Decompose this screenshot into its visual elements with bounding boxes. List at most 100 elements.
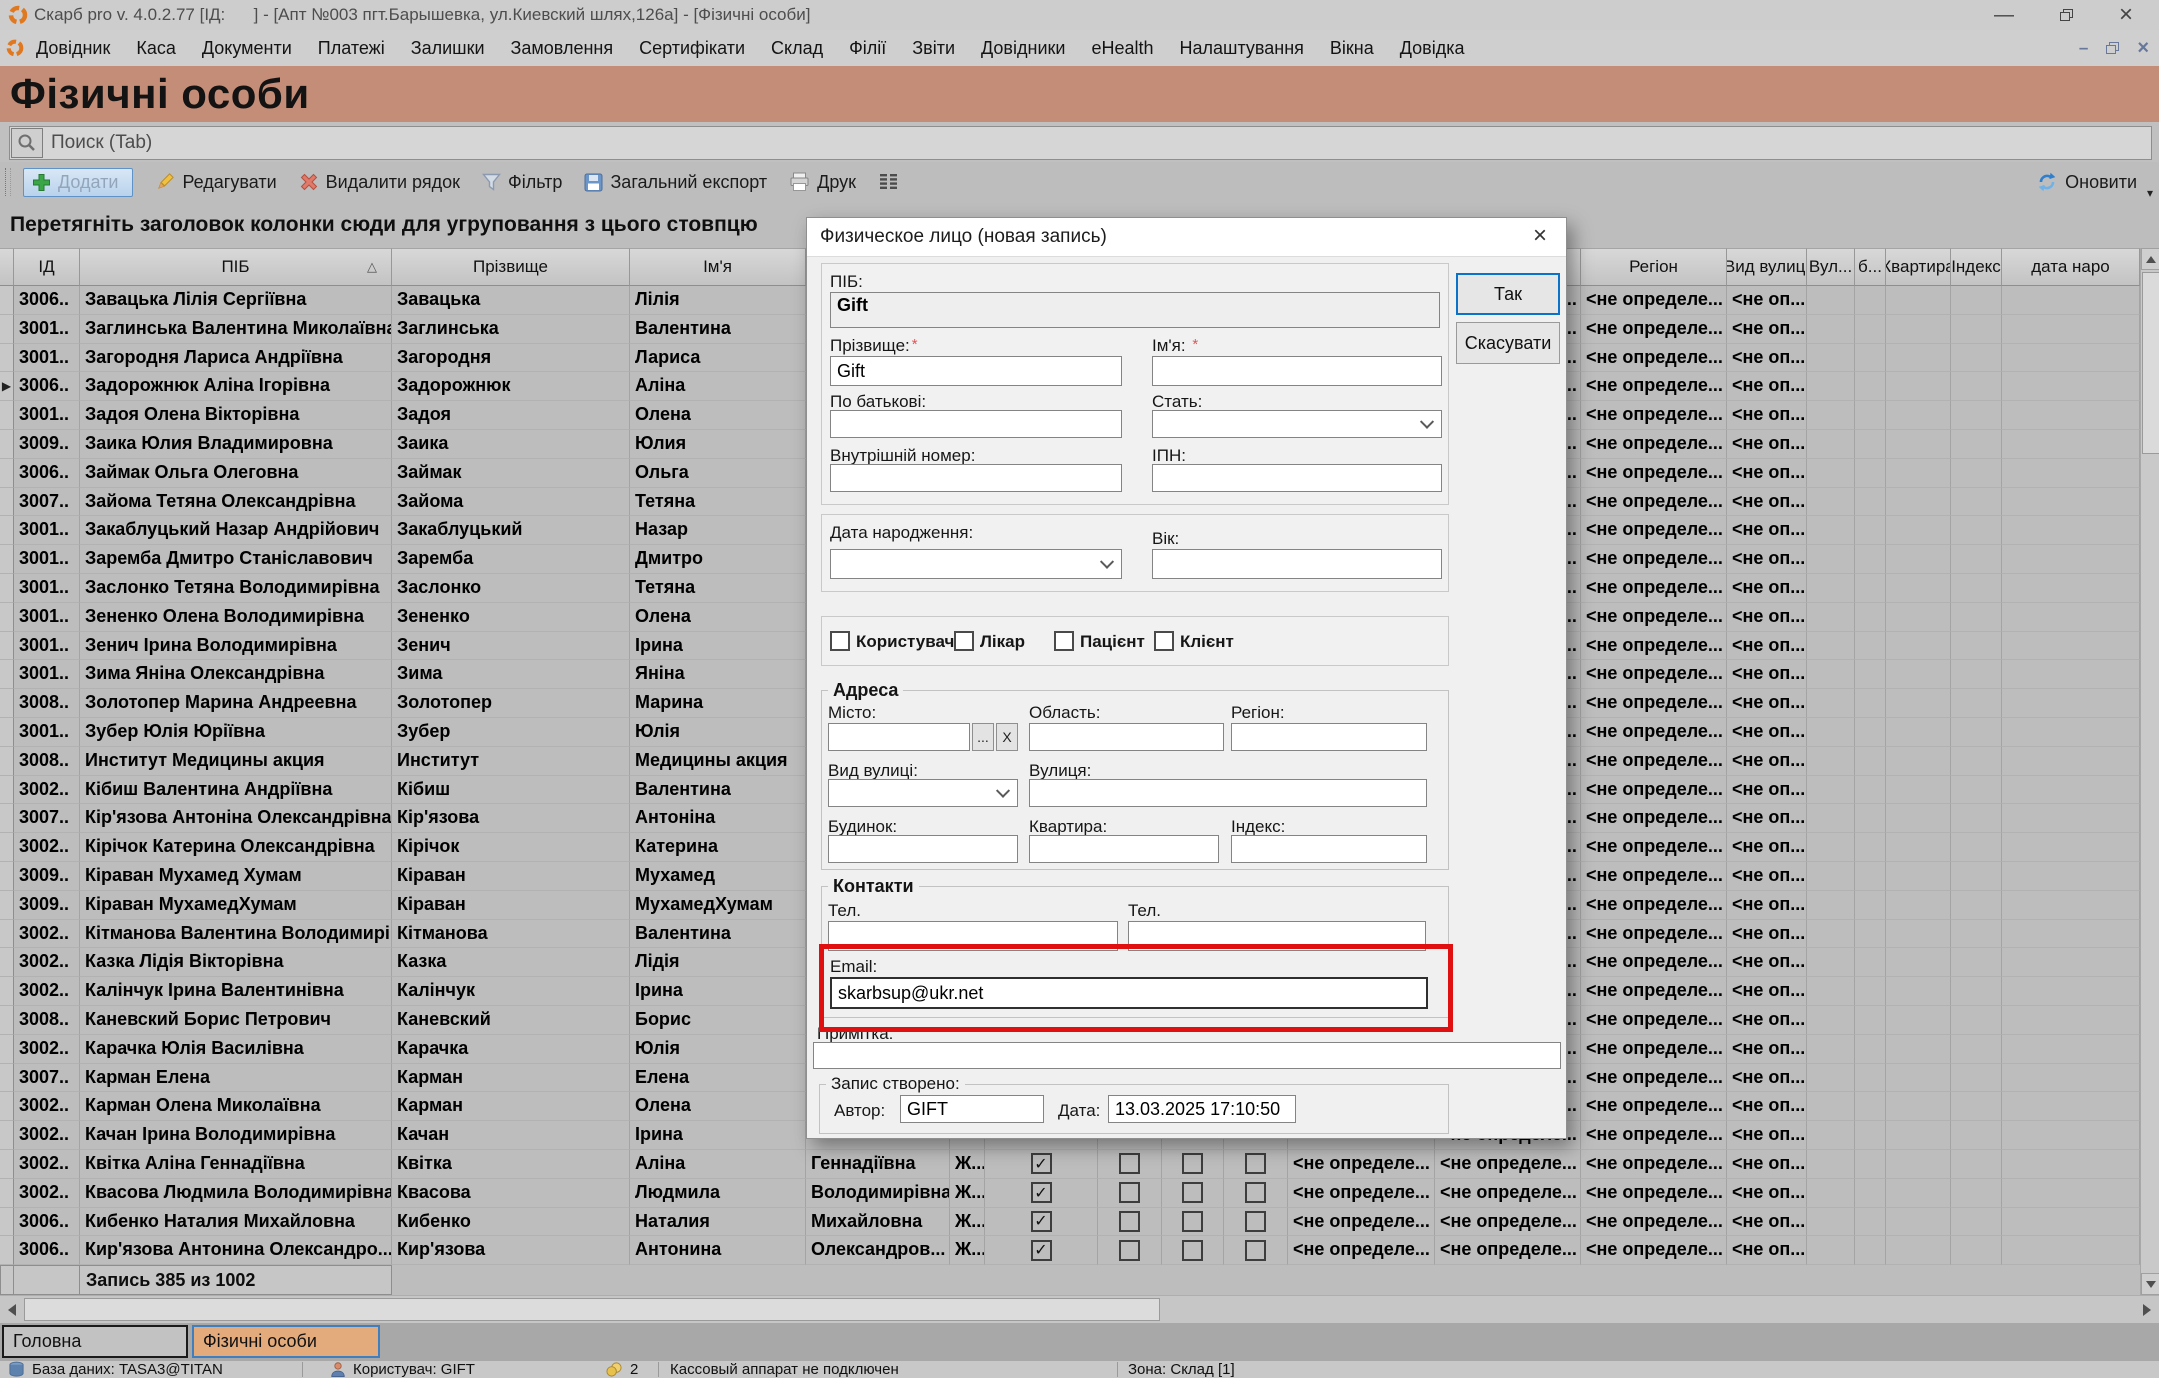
author-field[interactable] — [900, 1095, 1044, 1123]
mdi-close-icon[interactable]: × — [2137, 38, 2149, 58]
menu-item-4[interactable]: Платежі — [318, 38, 385, 59]
menu-item-14[interactable]: Вікна — [1330, 38, 1374, 59]
menu-item-8[interactable]: Склад — [771, 38, 823, 59]
column-header-pib[interactable]: ПІБ△ — [80, 248, 392, 286]
table-row[interactable]: 3002..Квітка Аліна ГеннадіївнаКвіткаАлін… — [0, 1150, 2140, 1179]
checked-checkbox: ✓ — [1031, 1211, 1052, 1232]
phone1-field[interactable] — [828, 921, 1118, 951]
scroll-down-icon[interactable] — [2141, 1273, 2159, 1295]
tab-home[interactable]: Головна — [2, 1325, 188, 1358]
menu-item-9[interactable]: Філії — [849, 38, 886, 59]
table-row[interactable]: 3002..Квасова Людмила ВолодимирівнаКвасо… — [0, 1179, 2140, 1208]
toolbar-overflow-icon[interactable]: ▾ — [2147, 186, 2153, 200]
close-icon[interactable]: × — [2119, 5, 2133, 25]
column-header-region[interactable]: Регіон — [1581, 248, 1727, 286]
cell-vul — [1807, 948, 1855, 977]
surname-field[interactable] — [830, 356, 1122, 386]
city-browse-button[interactable]: ... — [972, 723, 994, 751]
client-role-checkbox[interactable] — [1154, 631, 1174, 651]
menu-item-2[interactable]: Каса — [136, 38, 176, 59]
name-field[interactable] — [1152, 356, 1442, 386]
column-header-id[interactable]: ІД — [14, 248, 80, 286]
tab-persons[interactable]: Фізичні особи — [192, 1325, 380, 1358]
restore-icon[interactable] — [2060, 9, 2073, 21]
column-header-indeks[interactable]: Індекс — [1951, 248, 2002, 286]
region-field[interactable] — [1231, 723, 1427, 751]
user-role-checkbox[interactable] — [830, 631, 850, 651]
scroll-left-icon[interactable] — [0, 1298, 24, 1322]
add-button[interactable]: Додати — [23, 168, 133, 197]
print-button[interactable]: Друк — [789, 172, 856, 193]
menu-item-10[interactable]: Звіти — [912, 38, 955, 59]
column-header-name[interactable]: Ім'я — [630, 248, 806, 286]
toolbar-grip[interactable] — [5, 168, 11, 196]
column-header-kvartyra[interactable]: Квартира — [1886, 248, 1951, 286]
search-input[interactable] — [43, 131, 2151, 155]
age-field[interactable] — [1152, 549, 1442, 579]
created-date-field[interactable] — [1108, 1095, 1296, 1123]
cell-b — [1855, 401, 1886, 430]
apartment-field[interactable] — [1029, 835, 1219, 863]
filter-button[interactable]: Фільтр — [482, 172, 562, 193]
refresh-button[interactable]: Оновити — [2036, 171, 2137, 193]
menu-item-7[interactable]: Сертифікати — [639, 38, 745, 59]
horizontal-scroll-thumb[interactable] — [24, 1298, 1160, 1321]
patronymic-field[interactable] — [830, 410, 1122, 438]
edit-button[interactable]: Редагувати — [155, 172, 276, 193]
horizontal-scrollbar[interactable] — [0, 1295, 2159, 1323]
column-header-surname[interactable]: Прізвище — [392, 248, 630, 286]
chevron-down-icon — [996, 784, 1010, 798]
oblast-field[interactable] — [1029, 723, 1224, 751]
menu-item-1[interactable]: Довідник — [36, 38, 110, 59]
menu-item-12[interactable]: eHealth — [1091, 38, 1153, 59]
internal-number-field[interactable] — [830, 464, 1122, 492]
patient-role-checkbox[interactable] — [1054, 631, 1074, 651]
city-clear-button[interactable]: X — [996, 723, 1018, 751]
cell-oblast: <не определе... — [1435, 1236, 1581, 1265]
cell-data_nar — [2002, 747, 2140, 776]
gender-select[interactable] — [1152, 410, 1442, 438]
city-field[interactable] — [828, 723, 970, 751]
ipn-field[interactable] — [1152, 464, 1442, 492]
phone2-field[interactable] — [1128, 921, 1426, 951]
building-field[interactable] — [828, 835, 1018, 863]
scroll-up-icon[interactable] — [2141, 248, 2159, 270]
export-button[interactable]: Загальний експорт — [584, 172, 767, 193]
cell-pib: Каневский Борис Петрович — [80, 1006, 392, 1035]
street-field[interactable] — [1029, 779, 1427, 807]
mdi-restore-icon[interactable] — [2106, 42, 2119, 54]
dialog-close-icon[interactable]: × — [1524, 221, 1556, 251]
delete-row-button[interactable]: Видалити рядок — [299, 172, 460, 193]
columns-button[interactable] — [878, 173, 900, 191]
vertical-scroll-thumb[interactable] — [2142, 272, 2159, 454]
note-field[interactable] — [813, 1042, 1561, 1069]
cell-name: Лілія — [630, 286, 806, 315]
table-row[interactable]: 3006..Кир'язова Антонина Олександро...Ки… — [0, 1236, 2140, 1265]
index-field[interactable] — [1231, 835, 1427, 863]
column-header-vul[interactable]: Вул... — [1807, 248, 1855, 286]
cell-street_type: <не оп... — [1727, 1092, 1807, 1121]
birth-date-select[interactable] — [830, 549, 1122, 579]
cell-cb0: ✓ — [985, 1150, 1098, 1179]
ok-button[interactable]: Так — [1456, 273, 1560, 315]
email-field[interactable] — [830, 977, 1428, 1009]
column-header-b[interactable]: б... — [1855, 248, 1886, 286]
street-type-select[interactable] — [828, 779, 1018, 807]
mdi-minimize-icon[interactable]: – — [2079, 38, 2088, 58]
column-header-street_type[interactable]: Вид вулиці — [1727, 248, 1807, 286]
cancel-button[interactable]: Скасувати — [1456, 322, 1560, 364]
menu-item-11[interactable]: Довідники — [981, 38, 1065, 59]
menu-item-13[interactable]: Налаштування — [1179, 38, 1303, 59]
column-header-data_nar[interactable]: дата наро — [2002, 248, 2140, 286]
table-row[interactable]: 3006..Кибенко Наталия МихайловнаКибенкоН… — [0, 1208, 2140, 1237]
scroll-right-icon[interactable] — [2135, 1298, 2159, 1322]
menu-item-6[interactable]: Замовлення — [511, 38, 614, 59]
menu-item-5[interactable]: Залишки — [411, 38, 485, 59]
cell-vul — [1807, 977, 1855, 1006]
column-header-gutter[interactable] — [0, 248, 14, 286]
doctor-role-checkbox[interactable] — [954, 631, 974, 651]
menu-item-15[interactable]: Довідка — [1400, 38, 1465, 59]
minimize-icon[interactable]: — — [1994, 5, 2014, 25]
vertical-scrollbar[interactable] — [2140, 248, 2159, 1295]
menu-item-3[interactable]: Документи — [202, 38, 292, 59]
